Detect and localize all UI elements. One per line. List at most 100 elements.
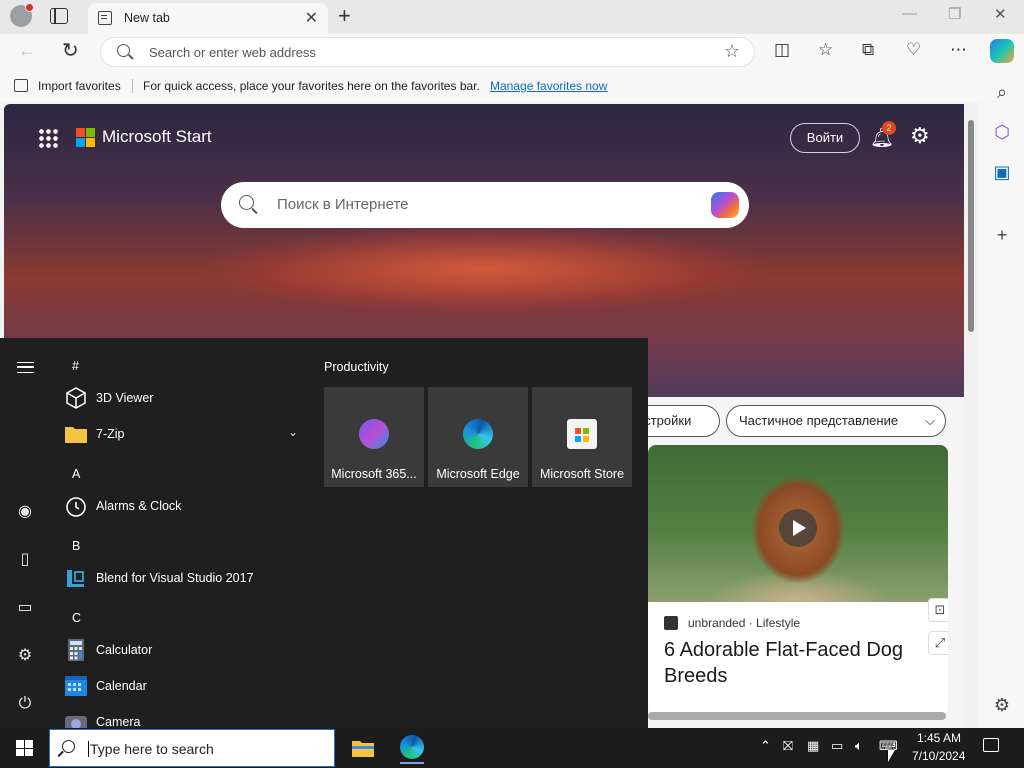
app-label: Calendar xyxy=(96,679,147,693)
expand-icon[interactable]: ⤢ xyxy=(928,631,948,655)
windows-start-icon[interactable] xyxy=(16,740,33,756)
show-hidden-icons-chevron-icon[interactable]: ⌃ xyxy=(760,738,771,754)
import-favorites-button[interactable]: Import favorites xyxy=(38,79,121,93)
close-tab-icon[interactable]: ✕ xyxy=(305,8,318,28)
app-7-zip[interactable]: 7-Zip ⌄ xyxy=(62,420,302,450)
notification-center-icon[interactable] xyxy=(983,738,999,752)
web-search-input[interactable]: Поиск в Интернете xyxy=(221,182,749,228)
sidebar-outlook-icon[interactable]: ▣ xyxy=(991,162,1013,184)
news-feed: астройки Частичное представление ⌵ unbra… xyxy=(624,397,964,728)
folder-icon xyxy=(65,427,87,443)
search-icon xyxy=(117,44,130,57)
app-label: Calculator xyxy=(96,643,153,657)
app-label: 7-Zip xyxy=(96,427,125,441)
horizontal-scrollbar[interactable] xyxy=(648,712,946,720)
taskbar-search-input[interactable]: Type here to search xyxy=(49,729,335,767)
app-calculator[interactable]: Calculator xyxy=(62,636,302,666)
sidebar-settings-gear-icon[interactable]: ⚙ xyxy=(991,695,1013,717)
tile-microsoft-365[interactable]: Microsoft 365... xyxy=(324,387,424,487)
chevron-down-icon[interactable]: ⌄ xyxy=(288,425,298,439)
sign-in-button[interactable]: Войти xyxy=(790,123,860,153)
page-settings-gear-icon[interactable]: ⚙ xyxy=(910,123,930,149)
security-icon[interactable]: ▦ xyxy=(807,738,819,754)
clock-time[interactable]: 1:45 AM xyxy=(917,731,961,745)
clock-date[interactable]: 7/10/2024 xyxy=(912,749,965,763)
tab-actions-icon[interactable] xyxy=(50,8,68,24)
add-favorite-star-icon[interactable]: ☆ xyxy=(724,41,740,62)
documents-icon[interactable]: ▯ xyxy=(14,549,36,571)
tile-label: Microsoft Edge xyxy=(436,467,520,481)
copilot-icon[interactable] xyxy=(990,39,1014,63)
group-letter[interactable]: A xyxy=(72,467,80,481)
browser-toolbar: ← ↻ Search or enter web address ☆ ◫ ☆ ⧉ … xyxy=(0,34,1024,70)
power-icon[interactable]: ⏻ xyxy=(14,693,36,715)
profile-avatar-icon[interactable] xyxy=(10,3,34,27)
app-label: Blend for Visual Studio 2017 xyxy=(96,571,254,585)
web-search-placeholder: Поиск в Интернете xyxy=(277,196,409,213)
microsoft-logo-icon xyxy=(76,128,96,148)
page-scrollbar[interactable] xyxy=(964,104,978,728)
tab-new-tab[interactable]: New tab ✕ xyxy=(88,3,328,34)
copilot-icon[interactable] xyxy=(711,192,739,218)
play-video-icon[interactable] xyxy=(779,509,817,547)
app-launcher-icon[interactable] xyxy=(38,128,58,148)
settings-gear-icon[interactable]: ⚙ xyxy=(14,645,36,667)
new-tab-plus-icon[interactable]: + xyxy=(338,3,351,29)
new-tab-page-icon xyxy=(98,11,112,25)
split-screen-icon[interactable]: ◫ xyxy=(774,40,790,60)
edge-icon xyxy=(463,419,493,449)
volume-muted-icon[interactable]: 🔈︎ xyxy=(855,738,863,754)
restore-icon[interactable]: ❐ xyxy=(948,5,961,23)
cube-icon xyxy=(66,387,86,409)
tile-microsoft-edge[interactable]: Microsoft Edge xyxy=(428,387,528,487)
notification-count-badge: 2 xyxy=(882,121,896,135)
layout-dropdown[interactable]: Частичное представление ⌵ xyxy=(726,405,946,437)
refresh-icon[interactable]: ↻ xyxy=(62,38,79,63)
group-letter[interactable]: C xyxy=(72,611,81,625)
app-calendar[interactable]: Calendar xyxy=(62,672,302,702)
news-card[interactable]: unbranded · Lifestyle 6 Adorable Flat-Fa… xyxy=(648,445,948,715)
start-menu: ◉ ▯ ▭ ⚙ ⏻ # 3D Viewer 7-Zip ⌄ A Alarms &… xyxy=(0,338,648,732)
news-card-image xyxy=(648,445,948,602)
favorites-message: For quick access, place your favorites h… xyxy=(143,79,480,93)
favorites-icon[interactable]: ☆ xyxy=(818,40,833,60)
brand-title[interactable]: Microsoft Start xyxy=(102,127,212,147)
mouse-cursor-icon xyxy=(888,750,895,762)
group-letter[interactable]: # xyxy=(72,359,79,373)
network-icon[interactable]: ⛝ xyxy=(783,738,793,754)
taskbar-search-placeholder: Type here to search xyxy=(88,741,214,757)
news-headline[interactable]: 6 Adorable Flat-Faced Dog Breeds xyxy=(664,637,924,689)
import-favorites-icon xyxy=(14,79,28,92)
app-3d-viewer[interactable]: 3D Viewer xyxy=(62,384,302,414)
user-account-icon[interactable]: ◉ xyxy=(14,501,36,523)
store-bag-icon xyxy=(567,419,597,449)
tab-title: New tab xyxy=(124,11,170,25)
minimize-icon[interactable]: — xyxy=(902,5,917,22)
edge-taskbar-icon[interactable] xyxy=(392,732,432,764)
tile-microsoft-store[interactable]: Microsoft Store xyxy=(532,387,632,487)
app-alarms-clock[interactable]: Alarms & Clock xyxy=(62,492,302,522)
favorites-bar: Import favorites For quick access, place… xyxy=(0,70,1024,102)
sidebar-search-icon[interactable]: ⌕ xyxy=(991,82,1013,104)
sidebar-m365-icon[interactable]: ⬡ xyxy=(991,122,1013,144)
sidebar-add-icon[interactable]: + xyxy=(991,225,1013,247)
back-arrow-icon[interactable]: ← xyxy=(18,40,36,61)
search-icon xyxy=(239,195,254,210)
browser-titlebar: New tab ✕ + — ❐ ✕ xyxy=(0,0,1024,34)
calendar-icon xyxy=(65,676,87,696)
app-blend-visual-studio[interactable]: Blend for Visual Studio 2017 xyxy=(62,564,302,594)
hamburger-menu-icon[interactable] xyxy=(17,362,34,373)
scrollbar-thumb[interactable] xyxy=(968,120,974,332)
manage-favorites-link[interactable]: Manage favorites now xyxy=(490,79,607,93)
browser-essentials-icon[interactable]: ♡ xyxy=(906,40,921,60)
collections-icon[interactable]: ⧉ xyxy=(862,40,874,60)
visual-search-icon[interactable]: ⊡ xyxy=(928,598,948,622)
file-explorer-icon[interactable] xyxy=(343,732,383,764)
display-icon[interactable]: ▭ xyxy=(831,738,843,754)
tile-label: Microsoft Store xyxy=(539,467,625,481)
more-menu-icon[interactable]: ⋯ xyxy=(950,40,967,60)
pictures-icon[interactable]: ▭ xyxy=(14,597,36,619)
address-bar[interactable]: Search or enter web address ☆ xyxy=(100,37,755,67)
group-letter[interactable]: B xyxy=(72,539,80,553)
close-window-icon[interactable]: ✕ xyxy=(994,5,1007,23)
